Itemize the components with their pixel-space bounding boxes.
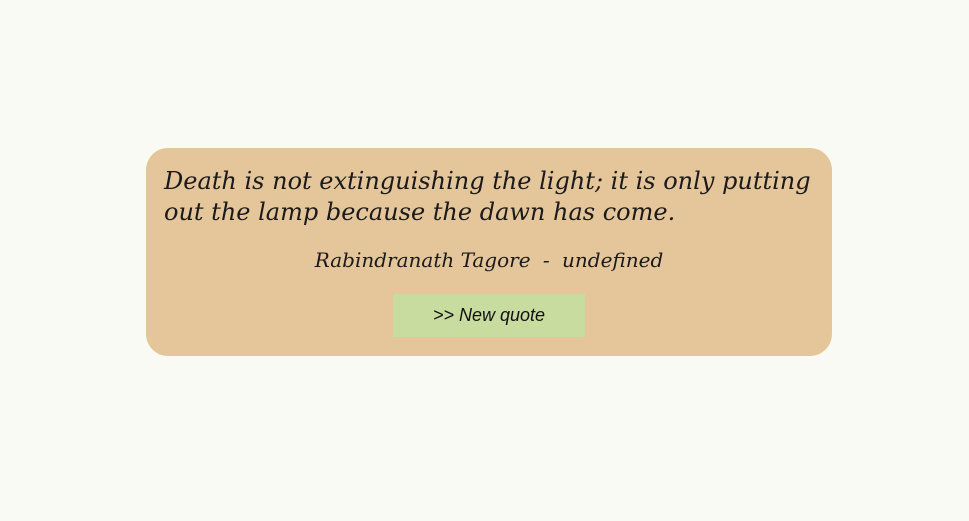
quote-attribution: Rabindranath Tagore - undefined [164, 246, 814, 274]
quote-card: Death is not extinguishing the light; it… [146, 148, 832, 356]
new-quote-button[interactable]: >> New quote [393, 294, 585, 337]
quote-author: Rabindranath Tagore [314, 248, 531, 272]
quote-text: Death is not extinguishing the light; it… [164, 167, 811, 226]
attribution-separator: - [542, 248, 550, 272]
quote-source: undefined [562, 248, 664, 272]
